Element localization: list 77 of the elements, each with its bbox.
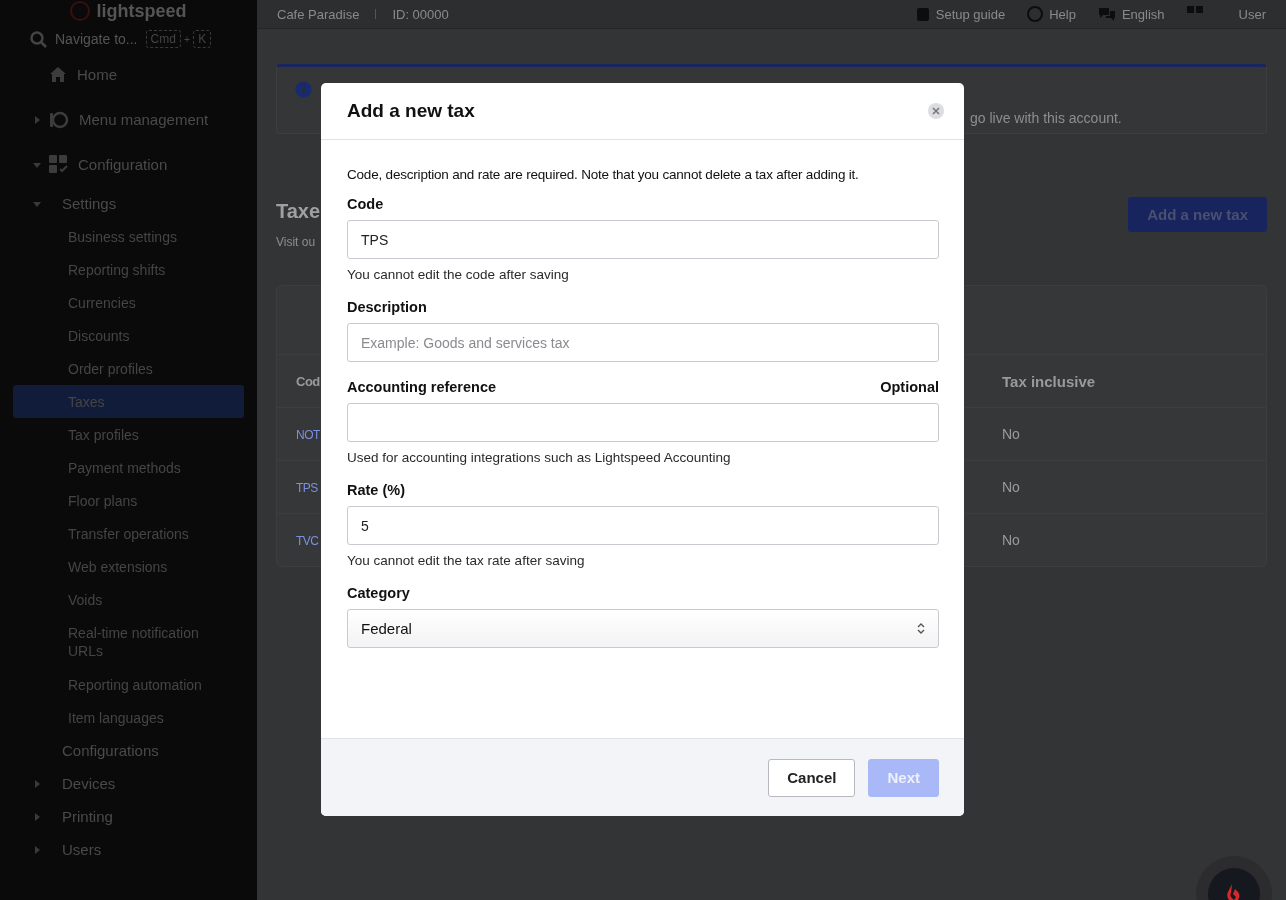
page-title: Taxe xyxy=(276,200,321,223)
tax-code-link[interactable]: NOT xyxy=(296,428,320,442)
caret-icon[interactable] xyxy=(33,115,41,124)
clipboard-icon xyxy=(915,6,930,22)
field-label: Rate (%) xyxy=(347,482,405,498)
text-field[interactable]: Example: Goods and services tax xyxy=(347,323,939,362)
speech-bubbles-icon xyxy=(1097,6,1116,22)
sidebar-item[interactable]: Real-time notification URLs xyxy=(13,616,244,668)
caret-icon[interactable] xyxy=(33,812,41,821)
sidebar-item[interactable]: Home xyxy=(13,52,244,97)
field-help: You cannot edit the tax rate after saving xyxy=(347,553,586,568)
caret-icon[interactable] xyxy=(33,845,41,854)
up-down-caret-icon xyxy=(917,622,925,635)
dialog-intro: Code, description and rate are required. Note that you cannot delete a tax after adding it. xyxy=(347,167,860,182)
sidebar-item[interactable]: Tax profiles xyxy=(13,418,244,451)
top-link[interactable]: Help xyxy=(1027,6,1076,22)
sidebar-item[interactable]: Business settings xyxy=(13,220,244,253)
caret-icon[interactable] xyxy=(33,199,41,208)
field-label: Accounting reference xyxy=(347,379,497,395)
caret-icon[interactable] xyxy=(33,160,41,169)
sidebar-item[interactable]: Menu management xyxy=(13,97,244,142)
help-icon xyxy=(1027,6,1044,22)
logo-icon xyxy=(70,1,91,21)
sidebar-item[interactable]: Payment methods xyxy=(13,451,244,484)
sidebar-item[interactable]: Floor plans xyxy=(13,484,244,517)
table-cell: No xyxy=(1002,479,1020,495)
sidebar-item[interactable]: Reporting shifts xyxy=(13,253,244,286)
flame-logo-icon xyxy=(1226,883,1242,900)
business-name: Cafe Paradise xyxy=(277,6,360,22)
sidebar-item[interactable]: Voids xyxy=(13,583,244,616)
field-label: Category xyxy=(347,585,410,601)
sidebar-item[interactable]: Reporting automation xyxy=(13,668,244,701)
table-cell: No xyxy=(1002,532,1020,548)
grid-check-icon xyxy=(49,155,68,174)
page-subtitle: Visit ou xyxy=(276,235,317,249)
tax-code-link[interactable]: TVC xyxy=(296,534,319,548)
business-id: ID: 00000 xyxy=(392,6,449,22)
search-icon xyxy=(30,30,47,48)
home-icon xyxy=(49,66,67,83)
sidebar-item[interactable]: Discounts xyxy=(13,319,244,352)
sidebar-item[interactable]: Configurations xyxy=(13,734,244,767)
banner-text: go live with this account. xyxy=(970,110,1122,126)
optional-note: Optional xyxy=(880,379,939,395)
sidebar-item[interactable]: Web extensions xyxy=(13,550,244,583)
field-help: Used for accounting integrations such as Lightspeed Accounting xyxy=(347,450,732,465)
field-label: Description xyxy=(347,299,427,315)
user-menu[interactable]: User xyxy=(1238,6,1266,22)
text-field[interactable]: 5 xyxy=(347,506,939,545)
sidebar-item[interactable]: Printing xyxy=(13,800,244,833)
sidebar-item[interactable]: Currencies xyxy=(13,286,244,319)
keyboard-key: Cmd xyxy=(145,30,181,48)
info-icon xyxy=(295,81,312,98)
plate-icon xyxy=(49,110,69,129)
field-help: You cannot edit the code after saving xyxy=(347,267,570,282)
caret-icon[interactable] xyxy=(33,779,41,788)
sidebar-item[interactable]: Settings xyxy=(13,187,244,220)
plus-sign: + xyxy=(183,33,191,45)
sidebar-item[interactable]: Order profiles xyxy=(13,352,244,385)
logo-text: lightspeed xyxy=(96,0,187,22)
dialog-title: Add a new tax xyxy=(347,100,475,122)
close-icon[interactable] xyxy=(928,103,944,119)
top-link[interactable]: English xyxy=(1097,6,1165,22)
text-field[interactable] xyxy=(347,403,939,442)
sidebar-item[interactable]: Configuration xyxy=(13,142,244,187)
cancel-button[interactable]: Cancel xyxy=(768,758,856,797)
sidebar-item[interactable]: Devices xyxy=(13,767,244,800)
field-label: Code xyxy=(347,196,384,212)
top-link[interactable]: Setup guide xyxy=(915,6,1006,22)
column-header: Tax inclusive xyxy=(1002,372,1096,390)
sidebar-item[interactable]: Transfer operations xyxy=(13,517,244,550)
text-field[interactable]: TPS xyxy=(347,220,939,259)
sidebar-item[interactable]: Item languages xyxy=(13,701,244,734)
tax-code-link[interactable]: TPS xyxy=(296,481,318,495)
sidebar-item[interactable]: Users xyxy=(13,833,244,866)
category-select[interactable]: Federal xyxy=(347,609,939,648)
column-header: Cod xyxy=(296,374,320,389)
table-cell: No xyxy=(1002,426,1020,442)
